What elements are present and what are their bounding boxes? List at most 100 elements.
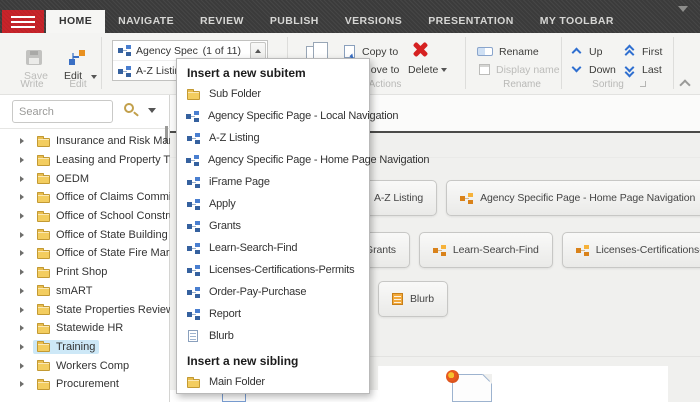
sitemap-orange-icon	[576, 245, 589, 256]
insert-content-button[interactable]: Blurb	[378, 281, 448, 317]
insert-content-button[interactable]: Licenses-Certifications-Permits	[562, 232, 700, 268]
tab-label: VERSIONS	[345, 15, 402, 27]
expand-caret-icon[interactable]	[20, 176, 24, 182]
tree-item-label: Statewide HR	[56, 322, 123, 334]
sitemap-icon	[187, 199, 200, 210]
tree-item-label: Workers Comp	[56, 360, 129, 372]
menu-item[interactable]: Learn-Search-Find	[177, 237, 369, 259]
sitemap-icon	[186, 155, 199, 166]
tree-item[interactable]: Office of Claims Commissioner	[0, 188, 170, 207]
menu-item[interactable]: Grants	[177, 215, 369, 237]
up-button[interactable]: Up	[589, 46, 602, 58]
tree-item[interactable]: Office of State Fire Marshal	[0, 244, 170, 263]
hamburger-menu-button[interactable]	[2, 10, 44, 33]
display-name-button[interactable]: Display name	[496, 64, 560, 76]
ribbon-tab[interactable]: HOME	[46, 10, 105, 33]
expand-caret-icon[interactable]	[20, 269, 24, 275]
topbar-dropdown-caret-icon[interactable]	[678, 6, 688, 12]
menu-item[interactable]: Agency Specific Page - Home Page Navigat…	[177, 149, 369, 171]
expand-caret-icon[interactable]	[20, 213, 24, 219]
expand-caret-icon[interactable]	[20, 325, 24, 331]
expand-caret-icon[interactable]	[20, 250, 24, 256]
menu-item[interactable]: iFrame Page	[177, 171, 369, 193]
menu-item[interactable]: Licenses-Certifications-Permits	[177, 259, 369, 281]
sorting-launcher-icon[interactable]	[640, 81, 646, 87]
folder-icon	[37, 231, 50, 240]
expand-caret-icon[interactable]	[20, 344, 24, 350]
expand-caret-icon[interactable]	[20, 307, 24, 313]
sidebar-search-row	[0, 100, 170, 124]
down-button[interactable]: Down	[589, 64, 616, 76]
ribbon-tab[interactable]: MY TOOLBAR	[527, 10, 627, 33]
tree-item[interactable]: Training	[0, 338, 170, 357]
expand-caret-icon[interactable]	[20, 363, 24, 369]
last-button[interactable]: Last	[642, 64, 662, 76]
tab-label: MY TOOLBAR	[540, 15, 614, 27]
tab-label: REVIEW	[200, 15, 244, 27]
delete-caret-icon	[441, 68, 447, 72]
tree-item[interactable]: Office of School Construction G	[0, 207, 170, 226]
search-options-caret-icon[interactable]	[148, 108, 156, 113]
insert-button-label: Learn-Search-Find	[453, 244, 539, 256]
insert-content-button[interactable]: Learn-Search-Find	[419, 232, 553, 268]
sitemap-icon	[118, 66, 131, 77]
expand-caret-icon[interactable]	[20, 138, 24, 144]
insert-dropdown-menu: Insert a new subitem Sub Folder Agency S…	[176, 58, 370, 394]
copy-to-button[interactable]: Copy to	[362, 46, 398, 58]
hamburger-icon	[11, 16, 35, 28]
sitemap-icon	[187, 221, 200, 232]
menu-item[interactable]: Order-Pay-Purchase	[177, 281, 369, 303]
menu-item[interactable]: Blurb	[177, 325, 369, 347]
menu-item[interactable]: Sub Folder	[177, 83, 369, 105]
tree-item[interactable]: Insurance and Risk Management	[0, 132, 170, 151]
menu-sibling-list: Main Folder	[177, 371, 369, 393]
expand-caret-icon[interactable]	[20, 288, 24, 294]
menu-item[interactable]: Apply	[177, 193, 369, 215]
sidebar-divider	[0, 128, 170, 129]
tree-item[interactable]: OEDM	[0, 169, 170, 188]
ribbon-separator	[673, 37, 674, 89]
folder-icon	[37, 287, 50, 296]
tree-item[interactable]: Workers Comp	[0, 356, 170, 375]
expand-caret-icon[interactable]	[20, 232, 24, 238]
ribbon-tab[interactable]: VERSIONS	[332, 10, 415, 33]
tab-label: PUBLISH	[270, 15, 319, 27]
first-button[interactable]: First	[642, 46, 662, 58]
tree-item[interactable]: Statewide HR	[0, 319, 170, 338]
menu-item-label: Licenses-Certifications-Permits	[209, 264, 354, 276]
expand-caret-icon[interactable]	[20, 194, 24, 200]
search-icon[interactable]	[124, 103, 134, 113]
tree-item[interactable]: Print Shop	[0, 263, 170, 282]
collapse-ribbon-icon[interactable]	[679, 79, 690, 90]
menu-item[interactable]: Agency Specific Page - Local Navigation	[177, 105, 369, 127]
tree-item[interactable]: State Properties Review Board	[0, 300, 170, 319]
insert-content-button[interactable]: Agency Specific Page - Home Page Navigat…	[446, 180, 700, 216]
selector-spinner-up[interactable]	[250, 42, 266, 60]
page-status-badge-icon	[446, 370, 459, 383]
ribbon-tab[interactable]: NAVIGATE	[105, 10, 187, 33]
menu-item-label: Agency Specific Page - Local Navigation	[208, 110, 398, 122]
site-tree-sidebar: Insurance and Risk Management Leasing an…	[0, 95, 170, 402]
spinner-up-icon	[255, 49, 261, 53]
search-input[interactable]	[12, 100, 113, 123]
expand-caret-icon[interactable]	[20, 157, 24, 163]
insert-button-label: Licenses-Certifications-Permits	[596, 244, 700, 256]
menu-item[interactable]: Main Folder	[177, 371, 369, 393]
ribbon-tab[interactable]: REVIEW	[187, 10, 257, 33]
ribbon-separator	[561, 37, 562, 89]
tree-item-label: Procurement	[56, 378, 119, 390]
tree-item[interactable]: smART	[0, 282, 170, 301]
menu-item[interactable]: A-Z Listing	[177, 127, 369, 149]
insert-button-label: A-Z Listing	[374, 192, 423, 204]
ribbon-tab[interactable]: PRESENTATION	[415, 10, 527, 33]
menu-item[interactable]: Report	[177, 303, 369, 325]
tree-item[interactable]: Procurement	[0, 375, 170, 394]
tree-item[interactable]: Leasing and Property Transfer	[0, 151, 170, 170]
menu-item-label: Main Folder	[209, 376, 265, 388]
tab-label: NAVIGATE	[118, 15, 174, 27]
tree-item[interactable]: Office of State Building Inspecti	[0, 225, 170, 244]
expand-caret-icon[interactable]	[20, 381, 24, 387]
ribbon-tab[interactable]: PUBLISH	[257, 10, 332, 33]
tree-item-label: Office of School Construction G	[56, 210, 170, 222]
rename-button[interactable]: Rename	[499, 46, 539, 58]
